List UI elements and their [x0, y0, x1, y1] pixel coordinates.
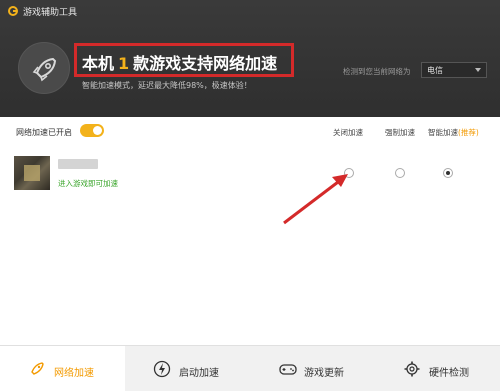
title-bar: 游戏辅助工具 — [0, 0, 500, 22]
column-smart-acceleration: 智能加速(推荐) — [428, 127, 479, 138]
bottom-nav: 网络加速 启动加速 游戏更新 硬件检测 — [0, 345, 500, 391]
subtitle: 智能加速模式，延迟最大降低98%，极速体验！ — [82, 81, 252, 90]
nav-startup-acceleration[interactable]: 启动加速 — [125, 346, 250, 391]
network-select[interactable]: 电信 — [421, 62, 487, 78]
nav-label: 硬件检测 — [429, 368, 469, 379]
radio-force-acceleration[interactable] — [395, 168, 405, 178]
nav-network-acceleration[interactable]: 网络加速 — [0, 346, 125, 391]
acceleration-toggle-label: 网络加速已开启 — [16, 128, 72, 137]
network-value: 电信 — [427, 66, 443, 75]
game-name-blurred — [58, 159, 98, 169]
acceleration-toggle[interactable] — [80, 124, 104, 137]
column-force-acceleration: 强制加速 — [385, 128, 415, 137]
rocket-icon — [18, 42, 70, 94]
nav-label: 游戏更新 — [304, 368, 344, 379]
game-thumbnail — [14, 156, 50, 190]
headline-prefix: 本机 — [82, 54, 115, 73]
app-logo-icon — [8, 6, 18, 16]
network-label: 检测到您当前网络为 — [343, 67, 411, 76]
gear-icon — [404, 361, 420, 377]
radio-smart-acceleration[interactable] — [443, 168, 453, 178]
column-close-acceleration: 关闭加速 — [333, 128, 363, 137]
annotation-arrow — [283, 174, 348, 225]
recommended-tag: (推荐) — [458, 128, 479, 137]
page-title: 本机 1 款游戏支持网络加速 — [82, 50, 277, 74]
headline-suffix: 款游戏支持网络加速 — [133, 54, 278, 73]
chevron-down-icon — [475, 68, 481, 72]
nav-label: 启动加速 — [179, 368, 219, 379]
game-count: 1 — [118, 54, 130, 73]
lightning-icon — [153, 360, 171, 378]
app-title: 游戏辅助工具 — [23, 8, 78, 18]
nav-label: 网络加速 — [54, 368, 94, 379]
column-smart-label: 智能加速 — [428, 128, 458, 137]
nav-game-update[interactable]: 游戏更新 — [250, 346, 375, 391]
gamepad-icon — [279, 364, 297, 375]
toggle-knob — [93, 126, 102, 135]
rocket-icon — [31, 362, 44, 375]
game-hint: 进入游戏即可加速 — [58, 179, 118, 188]
nav-hardware-check[interactable]: 硬件检测 — [375, 346, 500, 391]
